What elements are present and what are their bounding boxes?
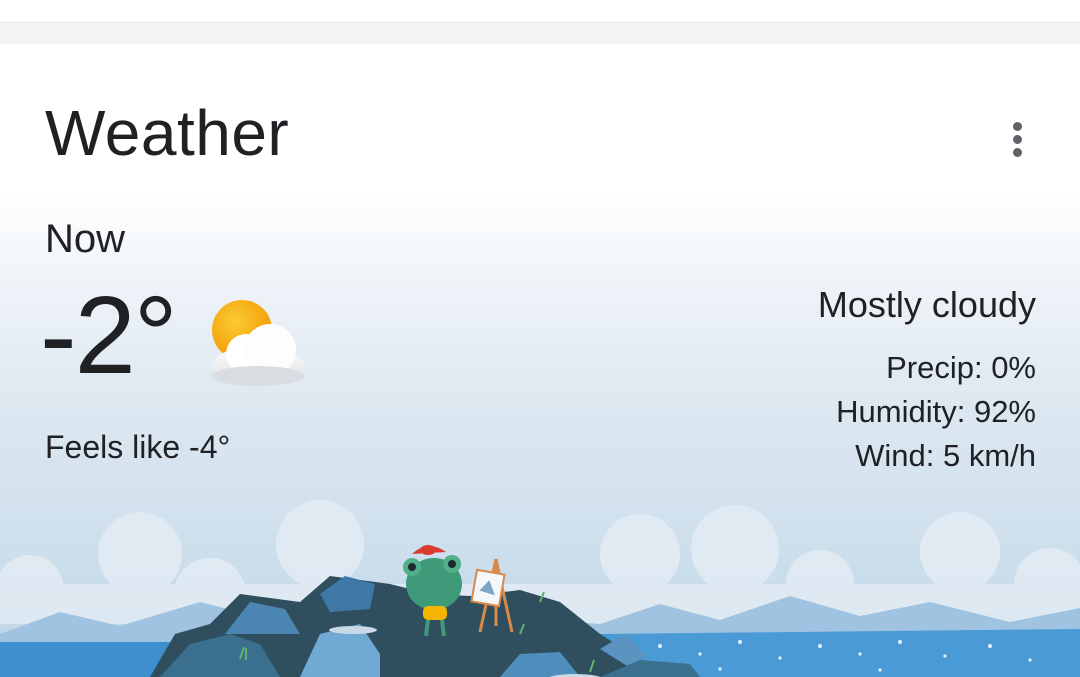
wind-row: Wind: 5 km/h [836,434,1036,478]
top-strip [0,0,1080,22]
humidity-row: Humidity: 92% [836,390,1036,434]
precip-value: 0% [991,350,1036,385]
frog-painting-on-hill-illustration [0,500,1080,677]
partly-cloudy-icon [212,300,304,386]
condition-text: Mostly cloudy [817,284,1036,325]
humidity-value: 92% [973,394,1036,429]
current-temperature: -2° [40,274,178,397]
feels-like-text: Feels like -4° [45,429,231,465]
humidity-label: Humidity: [836,394,966,429]
precip-row: Precip: 0% [836,346,1036,390]
divider-band [0,22,1080,45]
more-options-button[interactable] [998,116,1038,162]
wind-label: Wind: [855,438,935,473]
weather-card[interactable]: Weather Now -2° Feels like -4° Mostly cl… [0,44,1080,677]
weather-screen: Weather Now -2° Feels like -4° Mostly cl… [0,0,1080,677]
menu-dot [1013,135,1022,144]
weather-details: Precip: 0% Humidity: 92% Wind: 5 km/h [836,346,1036,478]
card-title: Weather [45,97,290,169]
now-label: Now [45,217,126,261]
precip-label: Precip: [886,350,983,385]
menu-dot [1013,148,1022,157]
wind-value: 5 km/h [942,438,1036,473]
menu-dot [1013,122,1022,131]
